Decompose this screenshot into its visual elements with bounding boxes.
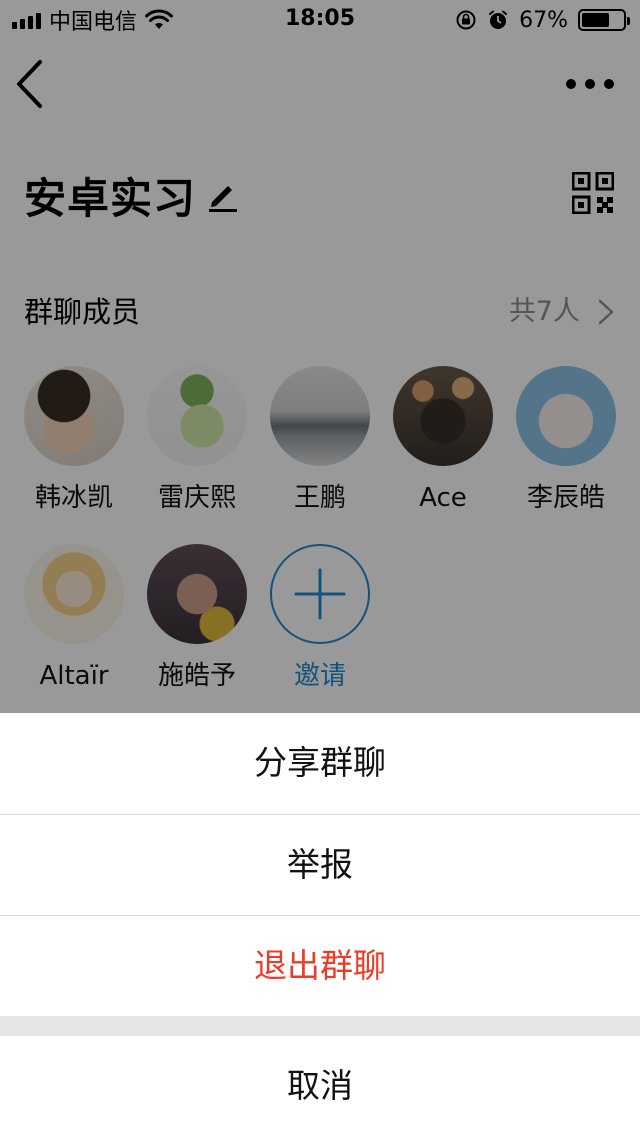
share-group-button[interactable]: 分享群聊 [0, 713, 640, 813]
action-sheet: 分享群聊 举报 退出群聊 取消 [0, 713, 640, 1136]
leave-group-button[interactable]: 退出群聊 [0, 916, 640, 1016]
report-button[interactable]: 举报 [0, 815, 640, 915]
modal-backdrop[interactable] [0, 0, 640, 713]
sheet-gap [0, 1016, 640, 1036]
group-info-page: 中国电信 18:05 67% 安卓实习 群聊成员 共7人 韩冰凯 雷庆熙 王鹏 … [0, 0, 640, 1136]
cancel-button[interactable]: 取消 [0, 1036, 640, 1136]
